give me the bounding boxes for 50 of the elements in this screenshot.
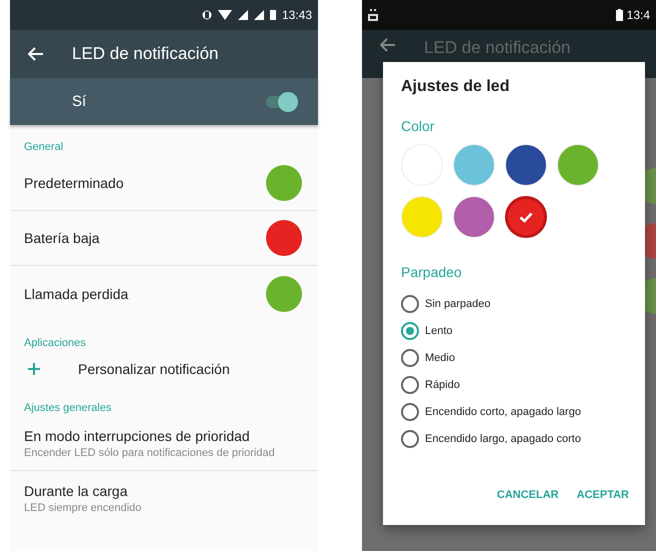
setting-row[interactable]: Llamada perdida bbox=[10, 266, 318, 321]
dialog-title: Ajustes de led bbox=[401, 78, 510, 97]
section-header: Aplicaciones bbox=[23, 336, 87, 351]
switch-label: Sí bbox=[72, 93, 86, 110]
checkmark-icon bbox=[519, 212, 533, 222]
toolbar-title: LED de notificación bbox=[72, 44, 218, 64]
toolbar-title: LED de notificación bbox=[424, 38, 570, 58]
back-arrow-icon bbox=[380, 38, 396, 52]
setting-row[interactable]: En modo interrupciones de prioridad Encender LED sólo para notificaciones de prioridad bbox=[10, 417, 318, 471]
battery-icon bbox=[270, 10, 276, 20]
radio-button[interactable] bbox=[401, 376, 419, 394]
setting-label: Llamada perdida bbox=[24, 286, 128, 302]
setting-summary: LED siempre encendido bbox=[24, 502, 142, 514]
setting-label: Batería baja bbox=[24, 230, 100, 246]
radio-button[interactable] bbox=[401, 430, 419, 448]
radio-button[interactable] bbox=[401, 402, 419, 420]
radio-label: Rápido bbox=[425, 378, 460, 390]
radio-button[interactable] bbox=[401, 322, 419, 340]
action-row[interactable]: Personalizar notificación bbox=[10, 352, 318, 386]
setting-row[interactable]: Batería baja bbox=[10, 211, 318, 266]
setting-label: Durante la carga bbox=[24, 482, 128, 498]
section-header: Parpadeo bbox=[401, 264, 463, 280]
action-label: Personalizar notificación bbox=[78, 361, 230, 377]
setting-summary: Encender LED sólo para notificaciones de prioridad bbox=[24, 447, 275, 459]
wifi-icon bbox=[218, 10, 232, 20]
setting-row[interactable]: Durante la carga LED siempre encendido bbox=[10, 471, 318, 525]
signal-icon bbox=[254, 10, 264, 20]
radio-label: Encendido largo, apagado corto bbox=[425, 432, 581, 444]
setting-label: En modo interrupciones de prioridad bbox=[24, 428, 250, 444]
plus-icon bbox=[28, 363, 40, 375]
radio-label: Encendido corto, apagado largo bbox=[425, 406, 581, 418]
color-swatch[interactable] bbox=[505, 196, 547, 238]
status-time: 13:4 bbox=[626, 8, 650, 22]
radio-button[interactable] bbox=[401, 348, 419, 366]
vibrate-icon bbox=[202, 10, 212, 20]
radio-button[interactable] bbox=[401, 294, 419, 312]
battery-icon bbox=[616, 9, 623, 21]
setting-row[interactable]: Predeterminado bbox=[10, 156, 318, 211]
setting-label: Predeterminado bbox=[24, 175, 124, 191]
radio-label: Sin parpadeo bbox=[425, 298, 490, 310]
section-header: Ajustes generales bbox=[23, 401, 112, 416]
back-arrow-icon[interactable] bbox=[28, 47, 44, 61]
toggle-switch[interactable] bbox=[264, 92, 298, 112]
signal-icon bbox=[238, 10, 248, 20]
radio-label: Lento bbox=[425, 324, 453, 336]
radio-label: Medio bbox=[425, 352, 455, 364]
notification-icon bbox=[368, 9, 378, 21]
section-header: Color bbox=[401, 118, 436, 134]
section-header: General bbox=[23, 140, 64, 155]
status-time: 13:43 bbox=[282, 8, 312, 22]
